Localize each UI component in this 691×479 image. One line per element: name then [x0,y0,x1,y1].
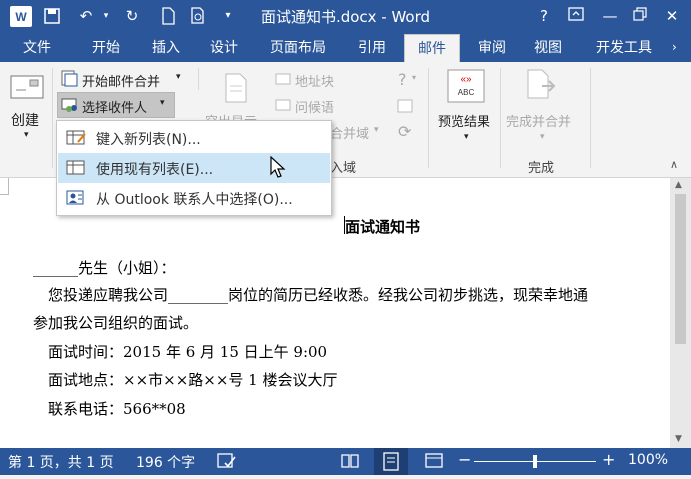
select-recipients-button[interactable]: 选择收件人 [82,97,147,116]
document-line: 联系电话：566**08 [33,400,186,418]
help-button[interactable]: ? [532,5,556,27]
update-labels-icon[interactable]: ⟳ [398,122,411,141]
print-layout-icon[interactable] [374,448,408,475]
create-dropdown-icon[interactable]: ▾ [24,130,29,140]
tab-file[interactable]: 文件 [0,34,74,62]
svg-text:«»: «» [460,74,472,85]
tab-view[interactable]: 视图 [520,34,576,62]
greeting-line-button[interactable]: 问候语 [295,97,334,116]
scroll-down-icon[interactable]: ▼ [675,434,682,444]
tab-home[interactable]: 开始 [78,34,134,62]
create-button-label[interactable]: 创建 [11,110,39,130]
select-recipients-menu: 键入新列表(N)... 使用现有列表(E)... 从 Outlook 联系人中选… [56,120,332,216]
page-count[interactable]: 第 1 页，共 1 页 [8,452,114,472]
margin-corner-mark [0,178,9,195]
status-bar: 第 1 页，共 1 页 196 个字 − + 100% [0,448,691,475]
tab-references[interactable]: 引用 [344,34,400,62]
document-line: 您投递应聘我公司________岗位的简历已经收悉。经我公司初步挑选，现荣幸地通 [33,286,589,304]
preview-results-button[interactable]: 预览结果 [438,111,490,130]
greeting-line-icon [275,97,291,117]
preview-results-dropdown-icon[interactable]: ▾ [464,132,469,142]
rules-dropdown-icon[interactable]: ▾ [412,73,416,82]
address-block-icon [275,71,291,91]
group-label-write-insert: 入域 [330,161,357,176]
document-line: 参加我公司组织的面试。 [33,314,199,332]
vertical-scrollbar[interactable]: ▲ ▼ [670,178,691,448]
group-separator [500,68,501,168]
document-line: 面试地点：××市××路××号 1 楼会议大厅 [33,371,338,389]
document-page[interactable]: 面试通知书 ______先生（小姐）： 您投递应聘我公司________岗位的简… [0,178,670,448]
zoom-in-button[interactable]: + [602,450,615,469]
highlight-merge-icon [222,72,250,108]
proofing-icon[interactable] [216,452,238,474]
start-merge-dropdown-icon[interactable]: ▾ [176,72,181,82]
menu-item-type-new-list[interactable]: 键入新列表(N)... [58,123,330,153]
preview-results-icon[interactable]: «» ABC [446,68,486,104]
start-mail-merge-button[interactable]: 开始邮件合并 [82,71,160,90]
new-list-icon [66,130,86,146]
address-block-button[interactable]: 地址块 [295,71,334,90]
tab-mailings[interactable]: 邮件 [404,34,460,63]
menu-item-outlook-contacts[interactable]: 从 Outlook 联系人中选择(O)... [58,183,330,213]
insert-merge-field-button[interactable]: 合并域 [330,123,369,142]
group-separator [52,68,53,168]
ribbon-tabs: 文件 开始 插入 设计 页面布局 引用 邮件 审阅 视图 开发工具 › [0,34,691,63]
minimize-button[interactable]: — [598,5,622,27]
finish-merge-button[interactable]: 完成并合并 [506,111,571,130]
tab-layout[interactable]: 页面布局 [256,34,340,62]
document-title: 面试通知书 [345,218,421,236]
scroll-tabs-icon[interactable]: › [672,40,677,54]
tab-design[interactable]: 设计 [196,34,252,62]
finish-merge-dropdown-icon[interactable]: ▾ [540,132,545,142]
restore-icon[interactable] [628,5,652,27]
collapse-ribbon-icon[interactable]: ∧ [670,158,678,171]
read-mode-icon[interactable] [340,452,360,474]
group-separator [198,68,199,90]
finish-merge-icon[interactable] [524,68,558,108]
zoom-out-button[interactable]: − [458,450,471,469]
group-label-finish: 完成 [528,161,555,176]
tab-developer[interactable]: 开发工具 [582,34,666,62]
envelope-icon[interactable] [8,68,46,104]
start-merge-icon [60,69,78,91]
document-line: ______先生（小姐）： [33,259,176,277]
menu-item-use-existing-list[interactable]: 使用现有列表(E)... [58,153,330,183]
insert-merge-field-dropdown-icon[interactable]: ▾ [374,125,379,135]
tab-review[interactable]: 审阅 [464,34,520,62]
select-recipients-dropdown-icon[interactable]: ▾ [160,98,165,108]
mouse-pointer-icon [270,155,286,184]
rules-icon[interactable]: ? [398,70,407,89]
tab-insert[interactable]: 插入 [138,34,194,62]
scroll-up-icon[interactable]: ▲ [675,180,682,190]
zoom-slider-thumb[interactable] [533,455,537,468]
outlook-contacts-icon [66,190,86,206]
web-layout-icon[interactable] [424,452,444,474]
group-separator [428,68,429,168]
recipients-icon [61,96,79,118]
document-line: 面试时间：2015 年 6 月 15 日上午 9:00 [33,343,328,361]
zoom-level[interactable]: 100% [628,452,668,468]
scroll-thumb[interactable] [675,194,686,344]
word-count[interactable]: 196 个字 [136,452,195,472]
existing-list-icon [66,160,86,176]
svg-text:ABC: ABC [458,88,475,97]
title-bar: W ↶ ▾ ↻ ▾ 面试通知书.docx - Word ? — ✕ [0,0,691,34]
match-fields-icon[interactable] [397,98,415,118]
close-button[interactable]: ✕ [660,5,684,27]
group-separator [590,68,591,168]
ribbon-display-options-icon[interactable] [564,5,588,27]
